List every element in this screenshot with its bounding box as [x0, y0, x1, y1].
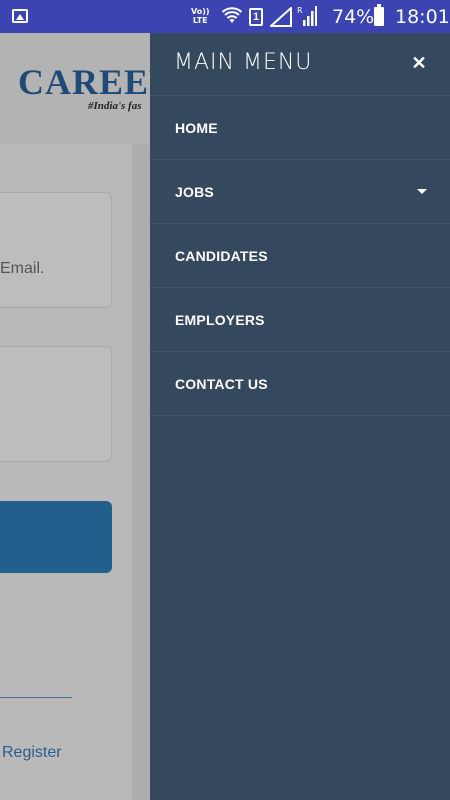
menu-item-candidates[interactable]: CANDIDATES [150, 224, 450, 288]
volte-label: Vo)) [191, 7, 210, 16]
email-field[interactable] [0, 192, 112, 308]
menu-item-jobs[interactable]: JOBS [150, 160, 450, 224]
menu-item-employers[interactable]: EMPLOYERS [150, 288, 450, 352]
main-menu: HOME JOBS CANDIDATES EMPLOYERS CONTACT U… [150, 96, 450, 416]
volte-indicator: Vo)) LTE [191, 7, 210, 25]
password-field[interactable] [0, 346, 112, 462]
register-link[interactable]: Register [2, 744, 62, 762]
login-button[interactable] [0, 501, 112, 573]
menu-item-label: HOME [175, 120, 218, 136]
battery-percent: 74% [332, 6, 375, 28]
menu-item-label: CANDIDATES [175, 248, 268, 264]
caret-down-icon[interactable] [417, 189, 427, 194]
email-field-hint: Email. [0, 260, 45, 277]
lte-label: LTE [192, 16, 208, 25]
divider [0, 697, 72, 698]
status-bar: Vo)) LTE 1 R 74% 18:01 [0, 0, 450, 33]
sim-slot-icon: 1 [249, 8, 263, 26]
close-icon[interactable]: ✕ [410, 54, 428, 72]
drawer-title: MAIN MENU [174, 50, 313, 75]
signal-strength-icon [270, 7, 292, 27]
site-tagline: #India's fas [88, 100, 142, 112]
menu-item-home[interactable]: HOME [150, 96, 450, 160]
image-icon [12, 9, 28, 23]
menu-item-label: EMPLOYERS [175, 312, 265, 328]
menu-item-contact-us[interactable]: CONTACT US [150, 352, 450, 416]
wifi-icon [222, 7, 242, 23]
navigation-drawer: MAIN MENU ✕ HOME JOBS CANDIDATES EMPLOYE… [150, 33, 450, 800]
clock: 18:01 [395, 6, 450, 28]
battery-icon [374, 4, 384, 26]
svg-text:R: R [297, 6, 303, 15]
page-edge [132, 144, 152, 800]
menu-item-label: CONTACT US [175, 376, 268, 392]
menu-item-label: JOBS [175, 184, 214, 200]
roaming-signal-icon: R [297, 6, 317, 26]
